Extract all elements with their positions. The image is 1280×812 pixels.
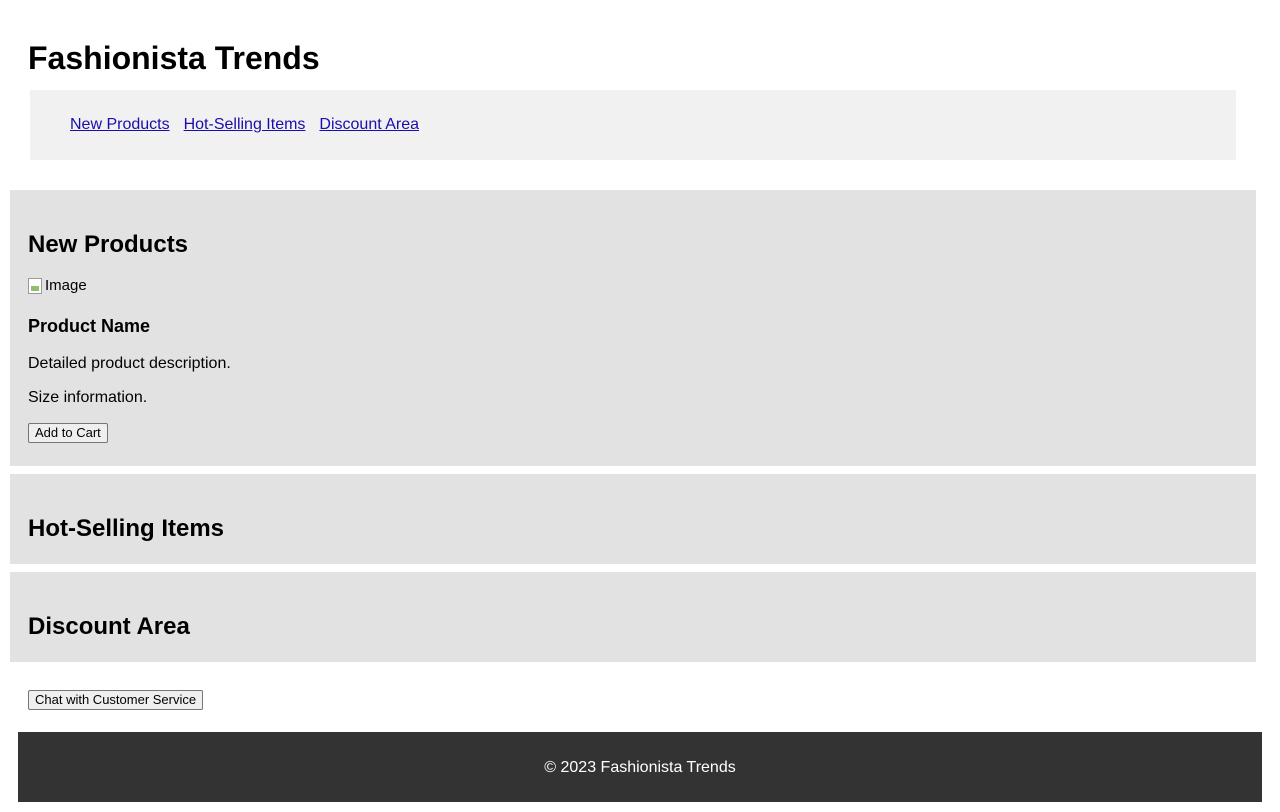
product-card: Image Product Name Detailed product desc… (18, 266, 1246, 443)
add-to-cart-button[interactable]: Add to Cart (28, 423, 108, 443)
page: Fashionista Trends New Products Hot-Sell… (0, 0, 1280, 812)
nav-link-new-products[interactable]: New Products (70, 116, 170, 133)
site-title: Fashionista Trends (28, 40, 320, 76)
product-image-alt: Image (45, 277, 87, 294)
nav-link-discount-area[interactable]: Discount Area (319, 116, 419, 133)
chat-customer-service-button[interactable]: Chat with Customer Service (28, 690, 204, 710)
customer-service-area: Chat with Customer Service (10, 668, 1256, 714)
nav-link-hot-selling[interactable]: Hot-Selling Items (184, 116, 306, 133)
copyright-text: © 2023 Fashionista Trends (544, 759, 736, 776)
new-products-heading: New Products (28, 231, 189, 258)
nav-item-discount-area: Discount Area (319, 114, 419, 136)
product-name: Product Name (28, 316, 151, 336)
product-image: Image (28, 276, 87, 296)
site-footer: © 2023 Fashionista Trends (18, 732, 1262, 802)
nav-list: New Products Hot-Selling Items Discount … (70, 114, 433, 136)
new-products-section: New Products Image Product Name Detailed… (10, 190, 1256, 466)
broken-image-icon (28, 278, 42, 294)
site-header: Fashionista Trends New Products Hot-Sell… (10, 0, 1254, 182)
discount-area-section: Discount Area (10, 572, 1256, 662)
hot-selling-heading: Hot-Selling Items (28, 515, 225, 542)
nav-item-hot-selling: Hot-Selling Items (184, 114, 306, 136)
hot-selling-section: Hot-Selling Items (10, 474, 1256, 564)
nav-item-new-products: New Products (70, 114, 170, 136)
discount-area-heading: Discount Area (28, 613, 190, 640)
product-description: Detailed product description. (28, 355, 231, 372)
main-nav: New Products Hot-Selling Items Discount … (30, 90, 1236, 160)
product-size-info: Size information. (28, 389, 148, 406)
